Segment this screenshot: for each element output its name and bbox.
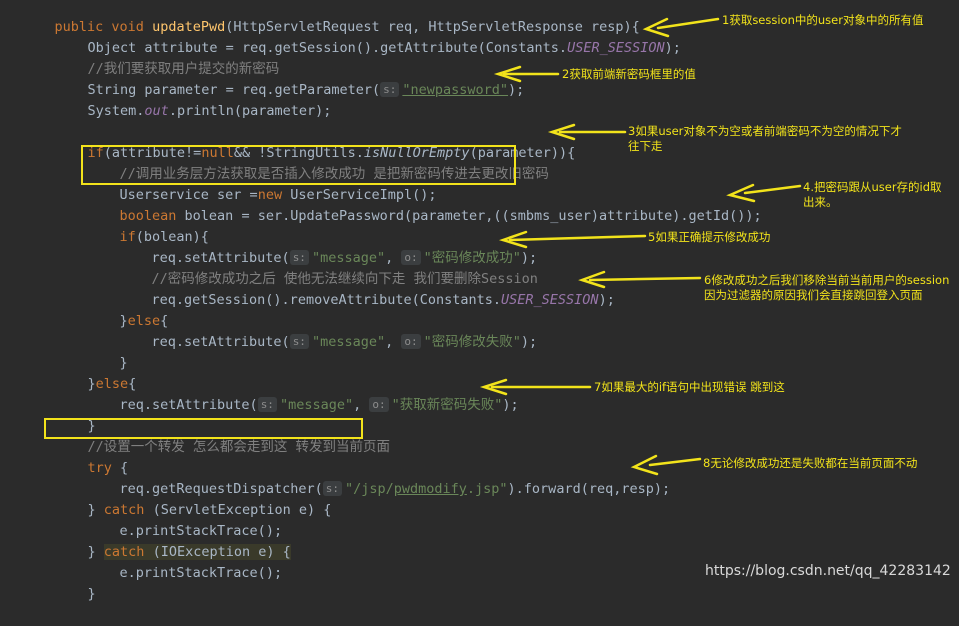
annotation-7: 7如果最大的if语句中出现错误 跳到这 xyxy=(594,380,785,394)
annotation-5: 5如果正确提示修改成功 xyxy=(648,230,771,244)
annotation-3: 3如果user对象不为空或者前端密码不为空的情况下才 往下走 xyxy=(628,124,902,153)
annotation-8: 8无论修改成功还是失败都在当前页面不动 xyxy=(703,456,918,470)
annotation-1: 1获取session中的user对象中的所有值 xyxy=(722,13,924,27)
annotation-4: 4.把密码跟从user存的id取 出来。 xyxy=(803,180,942,209)
annotation-6: 6修改成功之后我们移除当前当前用户的session 因为过滤器的原因我们会直接跳… xyxy=(704,273,950,302)
watermark: https://blog.csdn.net/qq_42283142 xyxy=(705,563,951,579)
annotation-2: 2获取前端新密码框里的值 xyxy=(562,67,696,81)
